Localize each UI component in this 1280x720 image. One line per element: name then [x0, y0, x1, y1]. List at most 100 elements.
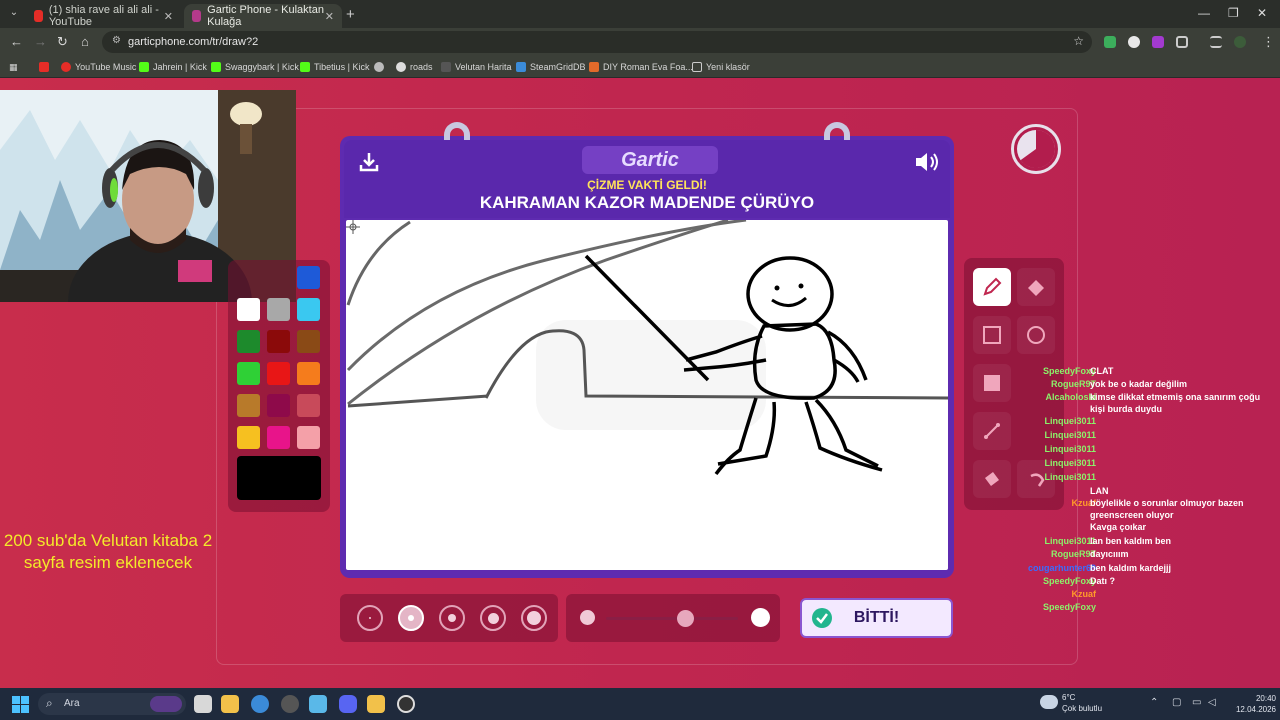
- opacity-knob[interactable]: [677, 610, 695, 627]
- volume-icon[interactable]: ◁: [1208, 697, 1216, 708]
- color-swatch-gray[interactable]: [267, 298, 290, 321]
- taskbar-clock[interactable]: 20:40 12.04.2026: [1224, 693, 1276, 715]
- bookmark-folder[interactable]: Yeni klasör: [692, 60, 750, 74]
- kick-icon: [300, 62, 310, 72]
- pencil-tool[interactable]: [973, 268, 1011, 306]
- brush-size-4[interactable]: [480, 605, 506, 631]
- extensions-puzzle-icon[interactable]: [1176, 36, 1188, 48]
- bookmark-jahrein[interactable]: Jahrein | Kick: [139, 60, 207, 74]
- profile-avatar[interactable]: [1234, 36, 1246, 48]
- bookmark-velutan-harita[interactable]: Velutan Harita: [441, 60, 512, 74]
- extension-icon[interactable]: [1104, 36, 1116, 48]
- close-icon[interactable]: ✕: [325, 10, 334, 23]
- close-icon[interactable]: ✕: [164, 10, 173, 23]
- bookmark-roads[interactable]: roads: [396, 60, 433, 74]
- extension-icon[interactable]: [1128, 36, 1140, 48]
- done-button[interactable]: BİTTİ!: [800, 598, 953, 638]
- app-icon[interactable]: [367, 695, 385, 713]
- download-icon[interactable]: [358, 151, 380, 173]
- chrome-icon[interactable]: [251, 695, 269, 713]
- apps-grid-icon[interactable]: ▦: [9, 60, 18, 74]
- network-icon[interactable]: ▭: [1192, 697, 1201, 708]
- brush-size-1[interactable]: [357, 605, 383, 631]
- brush-size-picker: [340, 594, 558, 642]
- close-window-button[interactable]: ✕: [1257, 6, 1267, 20]
- color-swatch-pink[interactable]: [267, 426, 290, 449]
- filled-rectangle-tool[interactable]: [973, 364, 1011, 402]
- bookmark-swaggybark[interactable]: Swaggybark | Kick: [211, 60, 299, 74]
- site-info-icon[interactable]: ⚙: [112, 35, 121, 46]
- chat-username: SpeedyFoxy: [1042, 602, 1096, 612]
- current-color-preview[interactable]: [237, 456, 321, 500]
- bookmark-tibetius[interactable]: Tibetius | Kick: [300, 60, 370, 74]
- chat-text: lan ben kaldım ben: [1090, 536, 1172, 546]
- media-player-icon[interactable]: [397, 695, 415, 713]
- home-button[interactable]: ⌂: [81, 34, 89, 49]
- tab-gartic[interactable]: Gartic Phone - Kulaktan Kulağa ✕: [184, 4, 342, 28]
- eraser-tool[interactable]: [1017, 268, 1055, 306]
- address-bar-row: ← → ↻ ⌂ ⚙ garticphone.com/tr/draw?2 ☆ ⋮: [0, 28, 1280, 56]
- windows-start-icon[interactable]: [12, 696, 29, 713]
- rectangle-tool[interactable]: [973, 316, 1011, 354]
- color-swatch-red[interactable]: [267, 362, 290, 385]
- restore-button[interactable]: ❐: [1228, 6, 1239, 20]
- chat-text: LAN: [1090, 486, 1109, 496]
- color-swatch-orange[interactable]: [297, 362, 320, 385]
- fill-tool[interactable]: [973, 460, 1011, 498]
- forward-button[interactable]: →: [34, 34, 47, 49]
- brush-size-2[interactable]: [398, 605, 424, 631]
- color-swatch-dark-red[interactable]: [267, 330, 290, 353]
- media-controls-icon[interactable]: [1210, 36, 1222, 48]
- drawing-strokes: [346, 220, 948, 476]
- tray-icon[interactable]: ▢: [1172, 697, 1181, 708]
- sound-icon[interactable]: [914, 150, 940, 174]
- color-palette: [228, 260, 330, 512]
- color-swatch-rose[interactable]: [297, 394, 320, 417]
- color-swatch-dark-green[interactable]: [237, 330, 260, 353]
- bookmark-star-icon[interactable]: ☆: [1073, 34, 1084, 48]
- color-swatch-blue[interactable]: [297, 266, 320, 289]
- ellipse-tool[interactable]: [1017, 316, 1055, 354]
- tab-youtube[interactable]: (1) shia rave ali ali ali - YouTube ✕: [26, 4, 181, 28]
- color-swatch-light-pink[interactable]: [297, 426, 320, 449]
- app-icon[interactable]: [309, 695, 327, 713]
- color-swatch-cyan[interactable]: [297, 298, 320, 321]
- chat-text: Datı ?: [1090, 576, 1116, 586]
- bookmark-diy-roman[interactable]: DIY Roman Eva Foa...: [589, 60, 693, 74]
- drawing-canvas[interactable]: [346, 220, 948, 570]
- brush-size-5[interactable]: [521, 605, 547, 631]
- reload-button[interactable]: ↻: [57, 34, 68, 50]
- bookmark-globe[interactable]: [374, 60, 388, 74]
- color-swatch-maroon[interactable]: [267, 394, 290, 417]
- prompt-subtitle: ÇİZME VAKTİ GELDİ!: [587, 178, 707, 192]
- done-label: BİTTİ!: [853, 609, 900, 626]
- bookmark-youtube[interactable]: [39, 60, 53, 74]
- color-swatch-brown[interactable]: [297, 330, 320, 353]
- url-bar[interactable]: ⚙ garticphone.com/tr/draw?2 ☆: [102, 31, 1092, 53]
- discord-icon[interactable]: [339, 695, 357, 713]
- brush-size-3[interactable]: [439, 605, 465, 631]
- obs-icon[interactable]: [281, 695, 299, 713]
- canvas-watermark: [536, 320, 766, 430]
- tray-chevron-icon[interactable]: ⌃: [1150, 697, 1158, 708]
- color-swatch-tan[interactable]: [237, 394, 260, 417]
- line-tool[interactable]: [973, 412, 1011, 450]
- back-button[interactable]: ←: [10, 34, 23, 49]
- color-swatch-white[interactable]: [237, 298, 260, 321]
- task-view-icon[interactable]: [194, 695, 212, 713]
- color-swatch-yellow[interactable]: [237, 426, 260, 449]
- extension-icon[interactable]: [1152, 36, 1164, 48]
- menu-kebab-icon[interactable]: ⋮: [1262, 34, 1275, 50]
- bookmark-steamgriddb[interactable]: SteamGridDB: [516, 60, 586, 74]
- file-explorer-icon[interactable]: [221, 695, 239, 713]
- new-tab-button[interactable]: +: [346, 6, 355, 23]
- tab-search-icon[interactable]: ⌄: [7, 7, 21, 21]
- color-swatch-green[interactable]: [237, 362, 260, 385]
- opacity-track[interactable]: [606, 617, 738, 620]
- opacity-slider[interactable]: [566, 594, 780, 642]
- minimize-button[interactable]: —: [1198, 6, 1210, 20]
- chat-username: cougarhunter69: [1027, 563, 1096, 573]
- chat-username: Linquei3011: [1044, 458, 1096, 468]
- taskbar-search[interactable]: ⌕ Ara: [38, 693, 186, 715]
- bookmark-youtube-music[interactable]: YouTube Music: [61, 60, 136, 74]
